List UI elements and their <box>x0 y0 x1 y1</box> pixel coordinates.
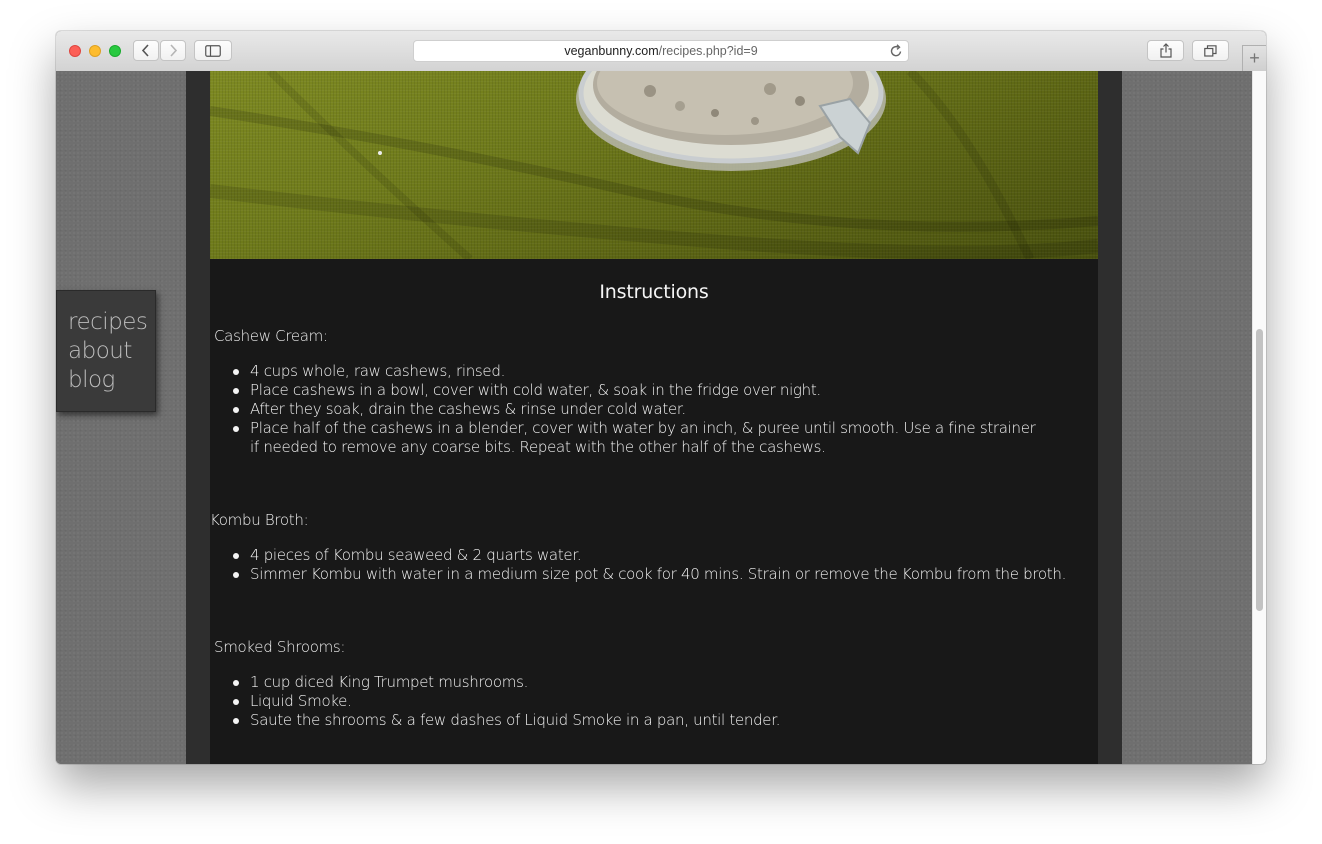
list-item: 4 cups whole, raw cashews, rinsed. <box>233 362 1040 381</box>
scrollbar-thumb[interactable] <box>1256 329 1263 611</box>
nav-link-blog[interactable]: blog <box>68 367 115 393</box>
page-viewport: Instructions Cashew Cream: 4 cups whole,… <box>56 71 1252 764</box>
sidebar-icon <box>205 44 221 57</box>
list-item: Saute the shrooms & a few dashes of Liqu… <box>233 711 1050 730</box>
vertical-scrollbar[interactable] <box>1252 71 1266 764</box>
list-item: Simmer Kombu with water in a medium size… <box>233 565 1090 584</box>
list-item: 1 cup diced King Trumpet mushrooms. <box>233 673 1050 692</box>
kombu-broth-steps: 4 pieces of Kombu seaweed & 2 quarts wat… <box>233 546 1090 584</box>
tabs-icon <box>1204 44 1217 57</box>
recipe-photo <box>210 71 1098 259</box>
chevron-left-icon <box>141 44 149 57</box>
url-path: /recipes.php?id=9 <box>658 44 758 58</box>
list-item: Place half of the cashews in a blender, … <box>233 419 1040 457</box>
nav-link-about[interactable]: about <box>68 338 132 364</box>
forward-button[interactable] <box>160 40 186 61</box>
zoom-window-button[interactable] <box>109 45 121 57</box>
smoked-shrooms-steps: 1 cup diced King Trumpet mushrooms. Liqu… <box>233 673 1050 730</box>
tab-overview-button[interactable] <box>1192 40 1229 61</box>
address-bar[interactable]: veganbunny.com/recipes.php?id=9 <box>413 40 909 62</box>
cashew-cream-bowl-image <box>210 71 1098 259</box>
share-icon <box>1159 43 1172 58</box>
instructions-heading: Instructions <box>599 281 709 303</box>
browser-toolbar: veganbunny.com/recipes.php?id=9 + <box>56 31 1266 72</box>
site-nav: recipes about blog <box>56 290 156 412</box>
sidebar-toggle-button[interactable] <box>194 40 232 61</box>
reload-icon[interactable] <box>890 44 903 58</box>
new-tab-button[interactable]: + <box>1242 45 1266 71</box>
back-button[interactable] <box>133 40 159 61</box>
list-item: Liquid Smoke. <box>233 692 1050 711</box>
list-item: Place cashews in a bowl, cover with cold… <box>233 381 1040 400</box>
cashew-cream-steps: 4 cups whole, raw cashews, rinsed. Place… <box>233 362 1040 457</box>
chevron-right-icon <box>170 44 178 57</box>
instructions-panel: Instructions Cashew Cream: 4 cups whole,… <box>210 259 1098 764</box>
minimize-window-button[interactable] <box>89 45 101 57</box>
browser-window: veganbunny.com/recipes.php?id=9 + Instru… <box>56 31 1266 764</box>
close-window-button[interactable] <box>69 45 81 57</box>
section-title-kombu-broth: Kombu Broth: <box>210 511 309 529</box>
share-button[interactable] <box>1147 40 1184 61</box>
list-item: 4 pieces of Kombu seaweed & 2 quarts wat… <box>233 546 1090 565</box>
list-item: After they soak, drain the cashews & rin… <box>233 400 1040 419</box>
section-title-smoked-shrooms: Smoked Shrooms: <box>214 638 346 656</box>
recipe-column: Instructions Cashew Cream: 4 cups whole,… <box>186 71 1122 764</box>
nav-link-recipes[interactable]: recipes <box>68 309 148 335</box>
url-domain: veganbunny.com <box>564 44 659 58</box>
section-title-cashew-cream: Cashew Cream: <box>214 327 328 345</box>
